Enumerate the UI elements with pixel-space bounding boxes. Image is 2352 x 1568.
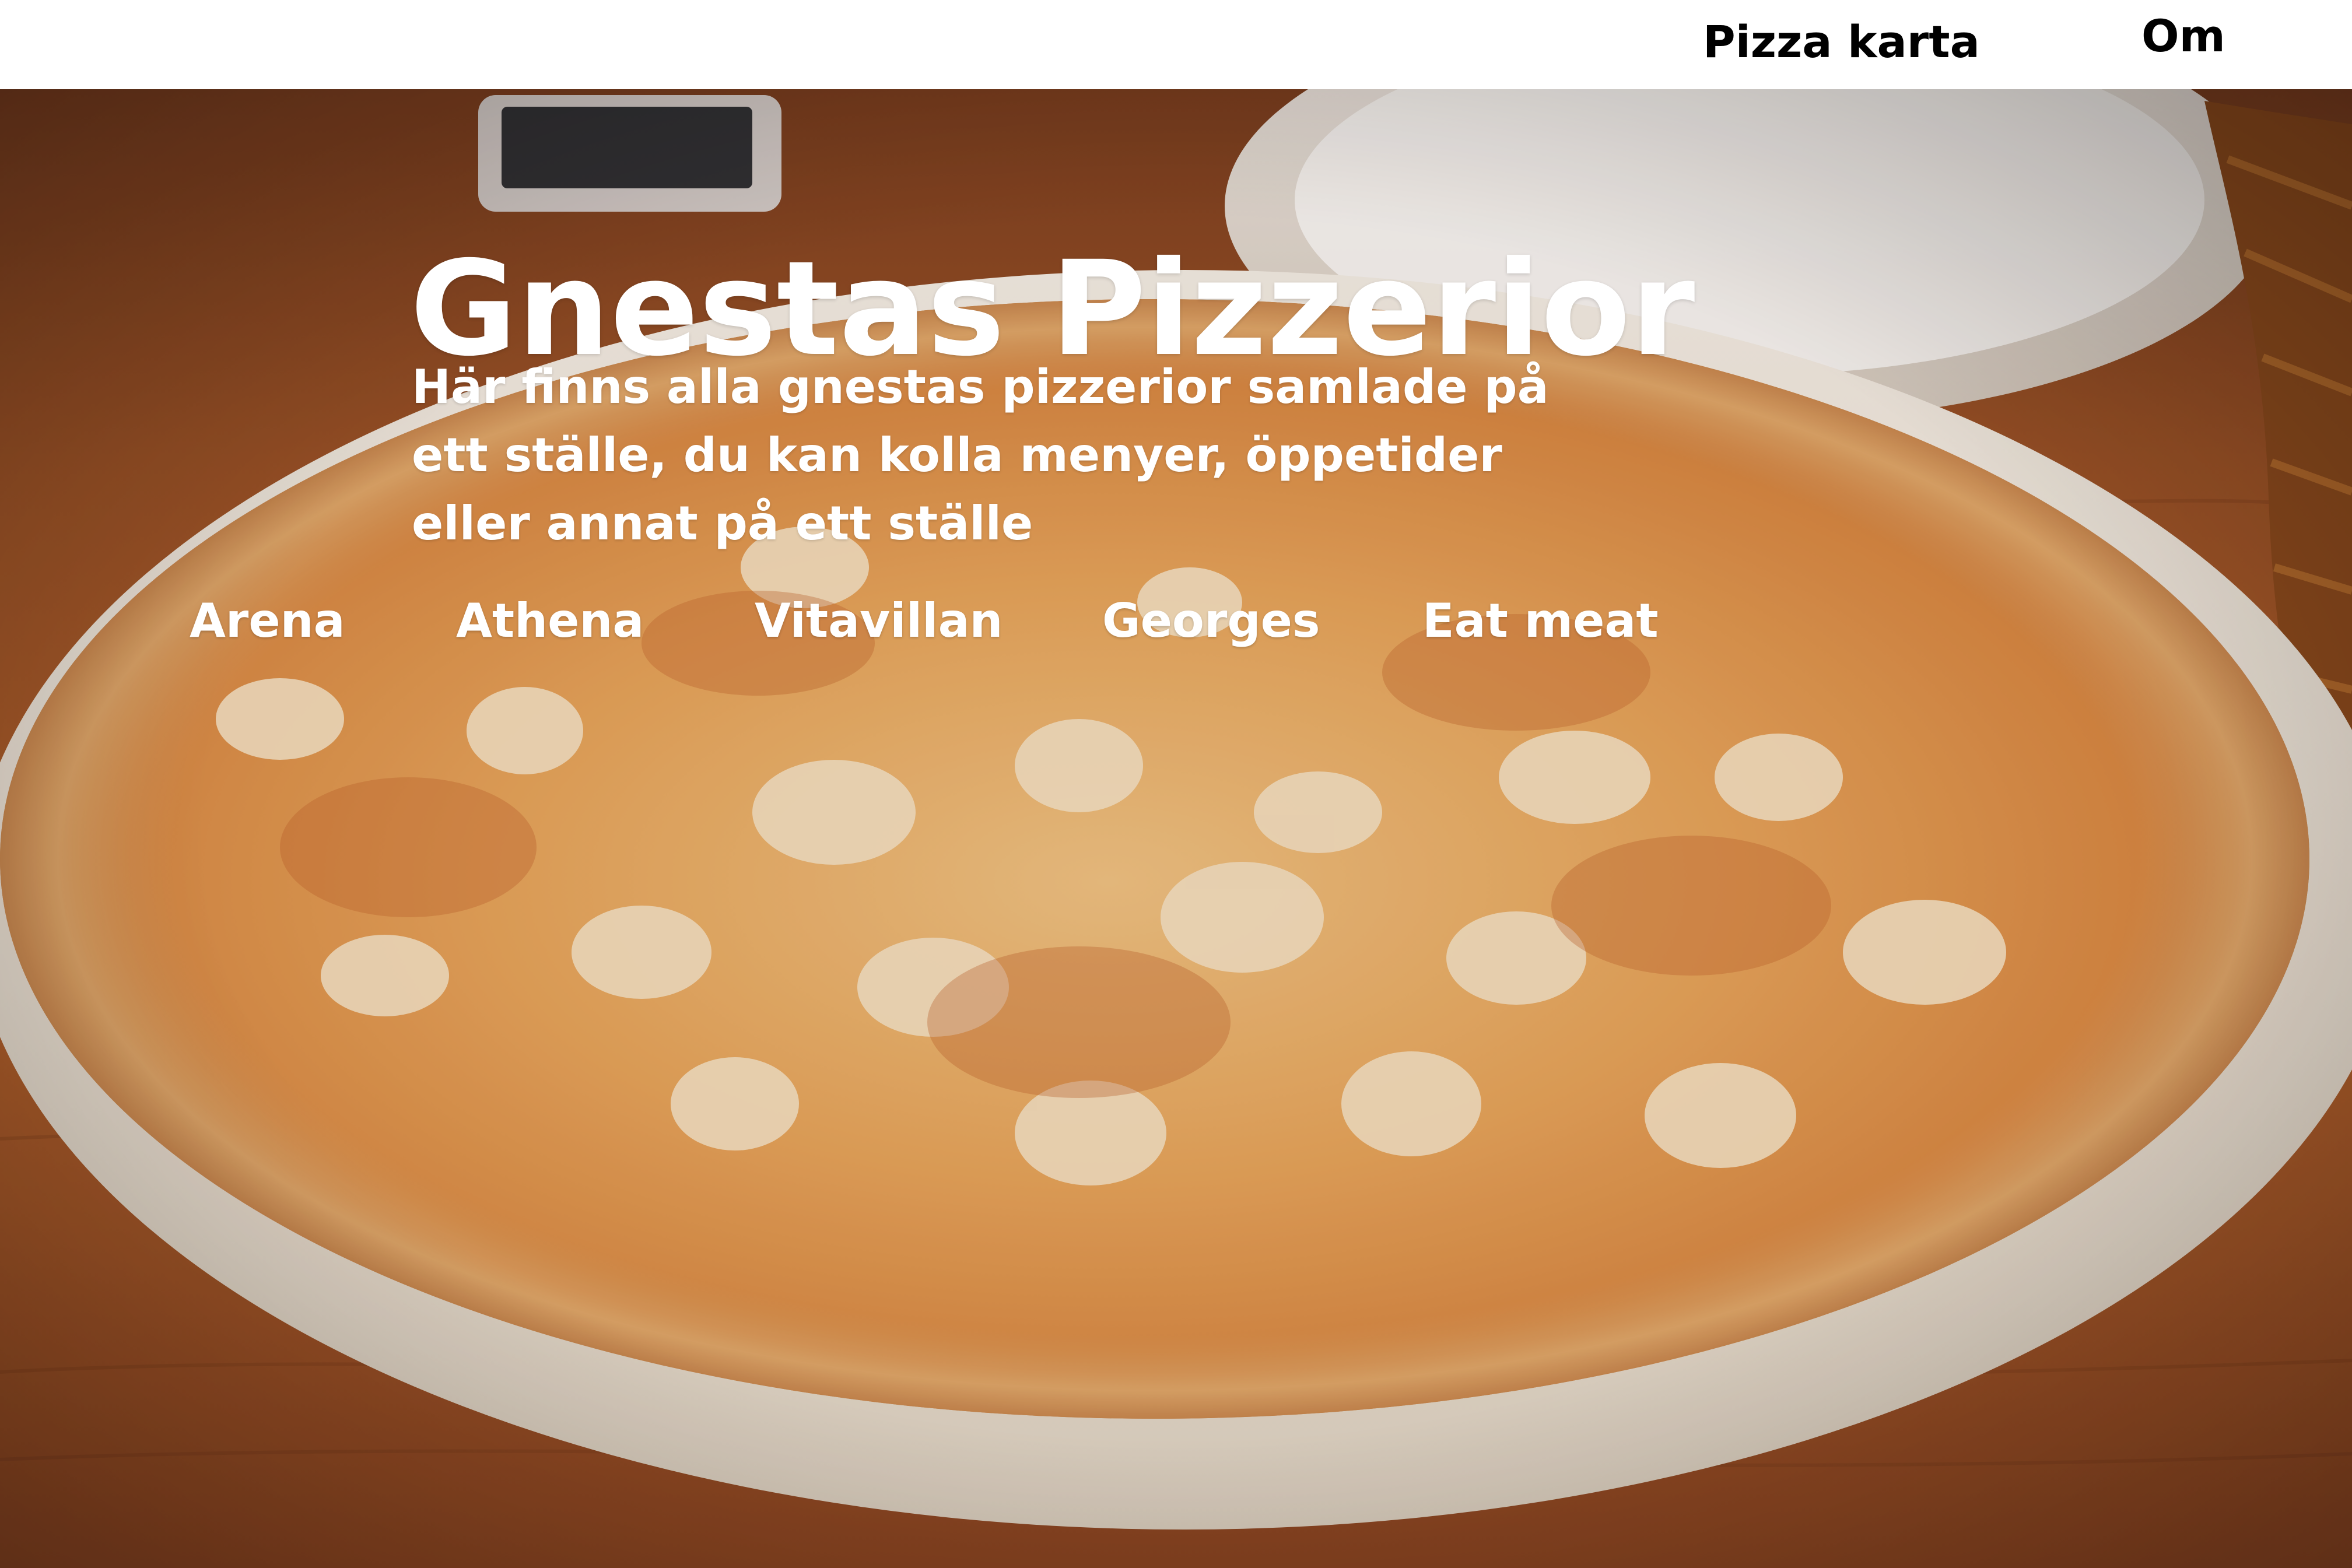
top-navigation-bar: Pizza karta Om (0, 0, 2352, 89)
pizzeria-link-georges[interactable]: Georges (1102, 598, 1320, 644)
pizzeria-link-arena[interactable]: Arena (190, 598, 345, 644)
pizzeria-link-eat-meat[interactable]: Eat meat (1422, 598, 1659, 644)
nav-link-pizza-map[interactable]: Pizza karta (1703, 20, 1980, 64)
pizzeria-link-athena[interactable]: Athena (456, 598, 644, 644)
hero-section: Gnestas Pizzerior Här finns alla gnestas… (0, 89, 2352, 1568)
nav-link-about[interactable]: Om (2141, 14, 2225, 58)
page: Pizza karta Om Gnestas Pizzerior Här fin… (0, 0, 2352, 1568)
pizzeria-link-vitavillan[interactable]: Vitavillan (755, 598, 1003, 644)
hero-description: Här finns alla gnestas pizzerior samlade… (412, 360, 1549, 550)
